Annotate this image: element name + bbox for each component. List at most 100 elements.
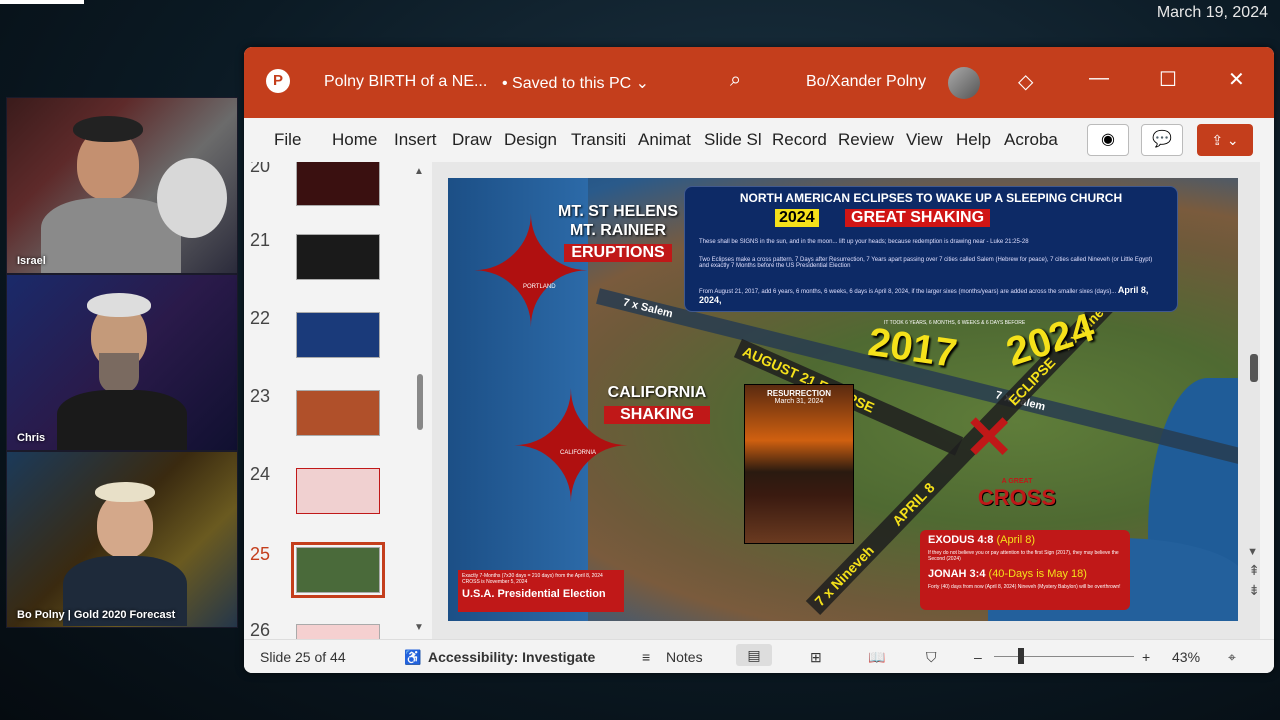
- tab-acrobat[interactable]: Acroba: [1004, 130, 1058, 150]
- camera-feed-bo: Bo Polny | Gold 2020 Forecast: [6, 451, 238, 628]
- slide-thumbnail-25[interactable]: [291, 542, 385, 598]
- slide-thumbnail-pane: 20 21 22 23 24 25 26 ▲ ▼: [244, 162, 429, 640]
- notes-button[interactable]: Notes: [666, 649, 703, 665]
- slide-thumbnail-21[interactable]: [296, 234, 380, 280]
- helens-label: MT. ST HELENS: [558, 203, 679, 220]
- zoom-out-icon[interactable]: –: [974, 649, 982, 665]
- maximize-button[interactable]: ☐: [1159, 67, 1177, 92]
- search-icon[interactable]: ⌕: [730, 69, 741, 92]
- tab-home[interactable]: Home: [332, 130, 377, 150]
- ribbon-tabs: File Home Insert Draw Design Transiti An…: [244, 118, 1274, 162]
- file-name[interactable]: Polny BIRTH of a NE...: [324, 73, 487, 91]
- avatar[interactable]: [948, 67, 980, 99]
- camera-feed-chris: Chris: [6, 274, 238, 451]
- reading-view-icon[interactable]: 📖: [868, 649, 885, 666]
- portland-label: PORTLAND: [523, 284, 556, 290]
- exodus-text: If they do not believe you or pay attent…: [928, 550, 1119, 562]
- paragraph-3-text: From August 21, 2017, add 6 years, 6 mon…: [699, 289, 1117, 295]
- salem-path-band: 7 x Salem 7 x Salem: [596, 288, 1238, 472]
- slide-thumbnail-22[interactable]: [296, 312, 380, 358]
- slide-number: 26: [250, 620, 271, 640]
- tab-file[interactable]: File: [274, 130, 301, 150]
- next-slide-icon[interactable]: ⇟: [1248, 582, 1260, 599]
- election-small-text: Exactly 7-Months (7x30 days = 210 days) …: [462, 573, 603, 585]
- share-button[interactable]: ⇪ ⌄: [1197, 124, 1253, 156]
- close-button[interactable]: ✕: [1228, 67, 1245, 92]
- jonah-text: Forty (40) days from now (April 8, 2024)…: [928, 584, 1121, 590]
- shaking-label: SHAKING: [604, 406, 710, 424]
- rainier-label: MT. RAINIER: [570, 222, 666, 239]
- normal-view-icon[interactable]: ▤: [736, 644, 772, 666]
- tab-insert[interactable]: Insert: [394, 130, 437, 150]
- slide-thumbnail-23[interactable]: [296, 390, 380, 436]
- tab-animations[interactable]: Animat: [638, 130, 691, 150]
- tab-view[interactable]: View: [906, 130, 943, 150]
- salem-label: 7 x Salem: [621, 296, 674, 321]
- slide-tag-badge: GREAT SHAKING: [845, 209, 991, 227]
- presenter-icon[interactable]: ⛉: [926, 649, 937, 666]
- slide-thumbnail-24[interactable]: [296, 468, 380, 514]
- scroll-up-icon[interactable]: ▲: [414, 166, 424, 177]
- zoom-slider-track[interactable]: [994, 656, 1134, 657]
- slide-count: Slide 25 of 44: [260, 649, 346, 665]
- tab-help[interactable]: Help: [956, 130, 991, 150]
- accessibility-icon[interactable]: ♿: [404, 649, 421, 666]
- camera-feed-israel: Israel: [6, 97, 238, 274]
- paragraph-3-date: April 8, 2024,: [699, 285, 1149, 305]
- zoom-slider-thumb[interactable]: [1018, 648, 1024, 664]
- diamond-icon[interactable]: ◇: [1018, 69, 1033, 94]
- scripture-box: EXODUS 4:8 (April 8) If they do not beli…: [920, 530, 1130, 610]
- slide-header-box: NORTH AMERICAN ECLIPSES TO WAKE UP A SLE…: [684, 186, 1178, 312]
- tab-slide-show[interactable]: Slide Sl: [704, 130, 762, 150]
- save-status[interactable]: • Saved to this PC ⌄: [502, 73, 649, 93]
- accessibility-status[interactable]: Accessibility: Investigate: [428, 649, 595, 665]
- exodus-date: (April 8): [996, 534, 1035, 546]
- person-body: [57, 390, 187, 450]
- scroll-down-icon[interactable]: ▼: [414, 622, 424, 633]
- camera-label: Israel: [17, 255, 46, 267]
- notes-icon[interactable]: ≡: [642, 649, 650, 665]
- slide-sorter-icon[interactable]: ⊞: [810, 649, 822, 666]
- volcano-label: MT. ST HELENS MT. RAINIER: [558, 202, 678, 240]
- slide-number: 20: [250, 162, 271, 176]
- minimize-button[interactable]: —: [1089, 67, 1109, 90]
- slide-thumbnail-20[interactable]: [296, 162, 380, 206]
- record-button[interactable]: ◉: [1087, 124, 1129, 156]
- slide-thumbnail-26[interactable]: [296, 624, 380, 640]
- election-title: U.S.A. Presidential Election: [462, 588, 606, 600]
- fit-to-window-icon[interactable]: ⌖: [1228, 649, 1236, 666]
- slide-year-badge: 2024: [775, 209, 819, 227]
- user-name[interactable]: Bo/Xander Polny: [806, 73, 926, 91]
- paragraph-3: From August 21, 2017, add 6 years, 6 mon…: [699, 285, 1159, 305]
- election-box: Exactly 7-Months (7x30 days = 210 days) …: [458, 570, 624, 612]
- tab-record[interactable]: Record: [772, 130, 827, 150]
- slide-scroll-thumb[interactable]: [1250, 354, 1258, 382]
- zoom-in-icon[interactable]: +: [1142, 649, 1150, 665]
- title-bar: P Polny BIRTH of a NE... • Saved to this…: [244, 47, 1274, 118]
- person-cap: [87, 293, 151, 317]
- thumbnail-scrollbar[interactable]: ▲ ▼: [414, 162, 426, 640]
- previous-slide-icon[interactable]: ⇞: [1248, 562, 1260, 579]
- california-small-label: CALIFORNIA: [560, 450, 597, 456]
- person-hair: [95, 482, 155, 502]
- current-slide[interactable]: 7 x Salem 7 x Salem AUGUST 21 ECLIPSE 7 …: [448, 178, 1238, 621]
- cross-label: CROSS: [977, 485, 1057, 510]
- chair: [157, 158, 227, 238]
- tab-review[interactable]: Review: [838, 130, 894, 150]
- cross-pre-label: A GREAT: [1001, 478, 1033, 485]
- slide-number-selected: 25: [250, 544, 271, 564]
- camera-feeds: Israel Chris Bo Polny | Gold 2020 Foreca…: [6, 97, 238, 628]
- scroll-down-icon[interactable]: ▼: [1247, 546, 1258, 558]
- tab-draw[interactable]: Draw: [452, 130, 492, 150]
- jonah-line: JONAH 3:4 (40-Days is May 18): [928, 568, 1087, 580]
- slide-editing-area[interactable]: 7 x Salem 7 x Salem AUGUST 21 ECLIPSE 7 …: [432, 162, 1260, 640]
- tab-transitions[interactable]: Transiti: [571, 130, 626, 150]
- comments-button[interactable]: 💬: [1141, 124, 1183, 156]
- zoom-level[interactable]: 43%: [1172, 649, 1200, 665]
- top-white-strip: [0, 0, 84, 4]
- april-label: APRIL 8: [889, 479, 938, 529]
- jonah-date: (40-Days is May 18): [988, 568, 1087, 580]
- scroll-thumb[interactable]: [417, 374, 423, 430]
- status-bar: Slide 25 of 44 ♿ Accessibility: Investig…: [244, 639, 1274, 673]
- tab-design[interactable]: Design: [504, 130, 557, 150]
